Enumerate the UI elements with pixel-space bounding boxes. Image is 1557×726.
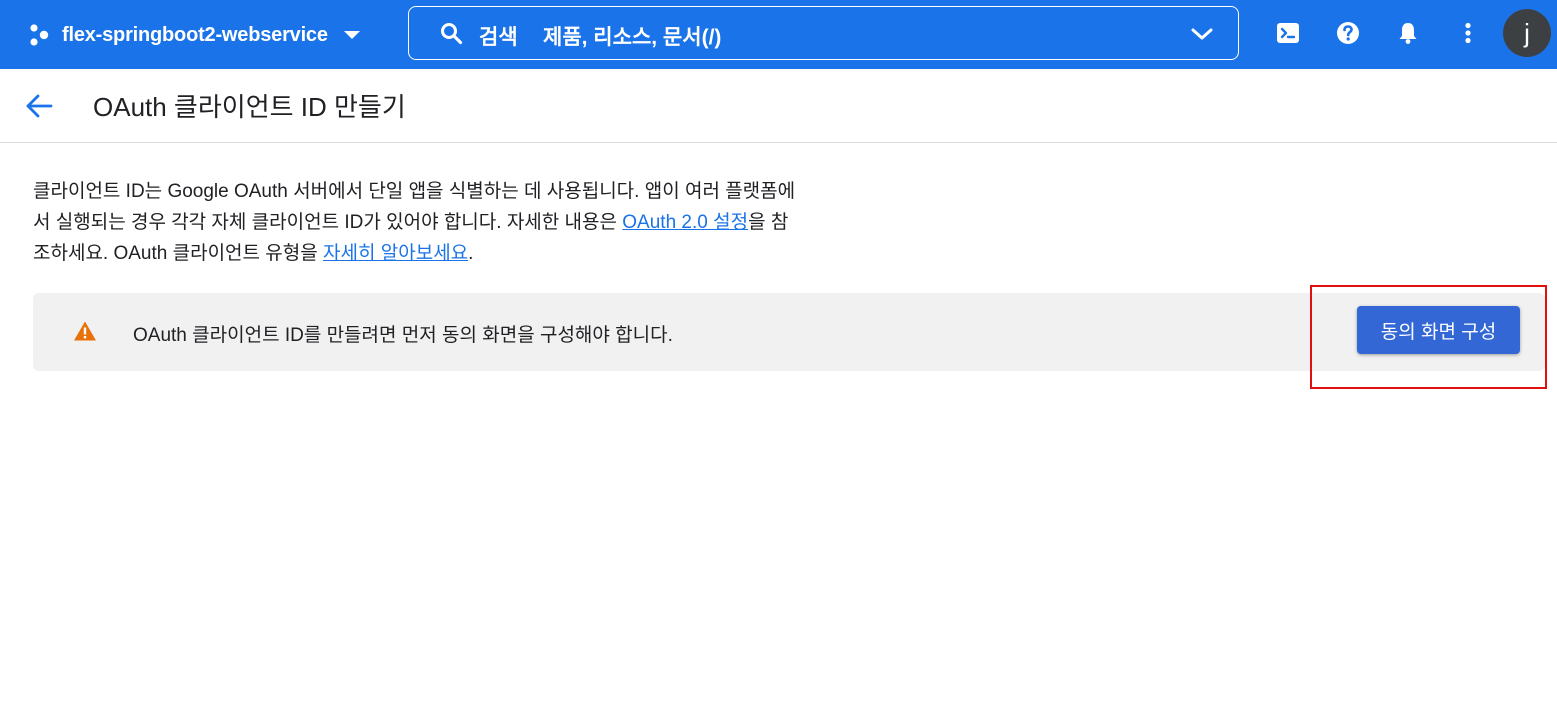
caret-down-icon <box>343 31 360 39</box>
page-title: OAuth 클라이언트 ID 만들기 <box>93 92 406 122</box>
help-icon[interactable] <box>1334 19 1362 47</box>
description-part-3: . <box>468 243 474 264</box>
oauth-settings-link[interactable]: OAuth 2.0 설정 <box>622 212 748 233</box>
configure-consent-screen-button[interactable]: 동의 화면 구성 <box>1357 306 1520 354</box>
consent-warning-banner: OAuth 클라이언트 ID를 만들려면 먼저 동의 화면을 구성해야 합니다. <box>33 293 1545 371</box>
warning-icon <box>73 320 97 342</box>
page-header: OAuth 클라이언트 ID 만들기 <box>0 69 1557 143</box>
warning-message: OAuth 클라이언트 ID를 만들려면 먼저 동의 화면을 구성해야 합니다. <box>133 325 673 346</box>
search-placeholder: 제품, 리소스, 문서(/) <box>543 26 722 49</box>
arrow-back-icon[interactable] <box>24 91 54 121</box>
cloud-shell-icon[interactable] <box>1274 19 1302 47</box>
learn-more-link[interactable]: 자세히 알아보세요 <box>323 243 468 264</box>
project-selector[interactable]: flex-springboot2-webservice <box>28 20 360 50</box>
more-vert-icon[interactable] <box>1454 19 1482 47</box>
search-icon <box>439 21 463 45</box>
search-bar[interactable]: 검색 제품, 리소스, 문서(/) <box>408 6 1239 60</box>
project-hexagon-icon <box>28 23 52 47</box>
description-text: 클라이언트 ID는 Google OAuth 서버에서 단일 앱을 식별하는 데… <box>33 176 803 269</box>
search-keyword: 검색 <box>479 26 518 49</box>
bell-icon[interactable] <box>1394 19 1422 47</box>
project-name: flex-springboot2-webservice <box>62 23 328 46</box>
top-app-bar: flex-springboot2-webservice 검색 제품, 리소스, … <box>0 0 1557 69</box>
chevron-down-icon[interactable] <box>1190 23 1214 45</box>
account-avatar[interactable]: j <box>1503 9 1551 57</box>
